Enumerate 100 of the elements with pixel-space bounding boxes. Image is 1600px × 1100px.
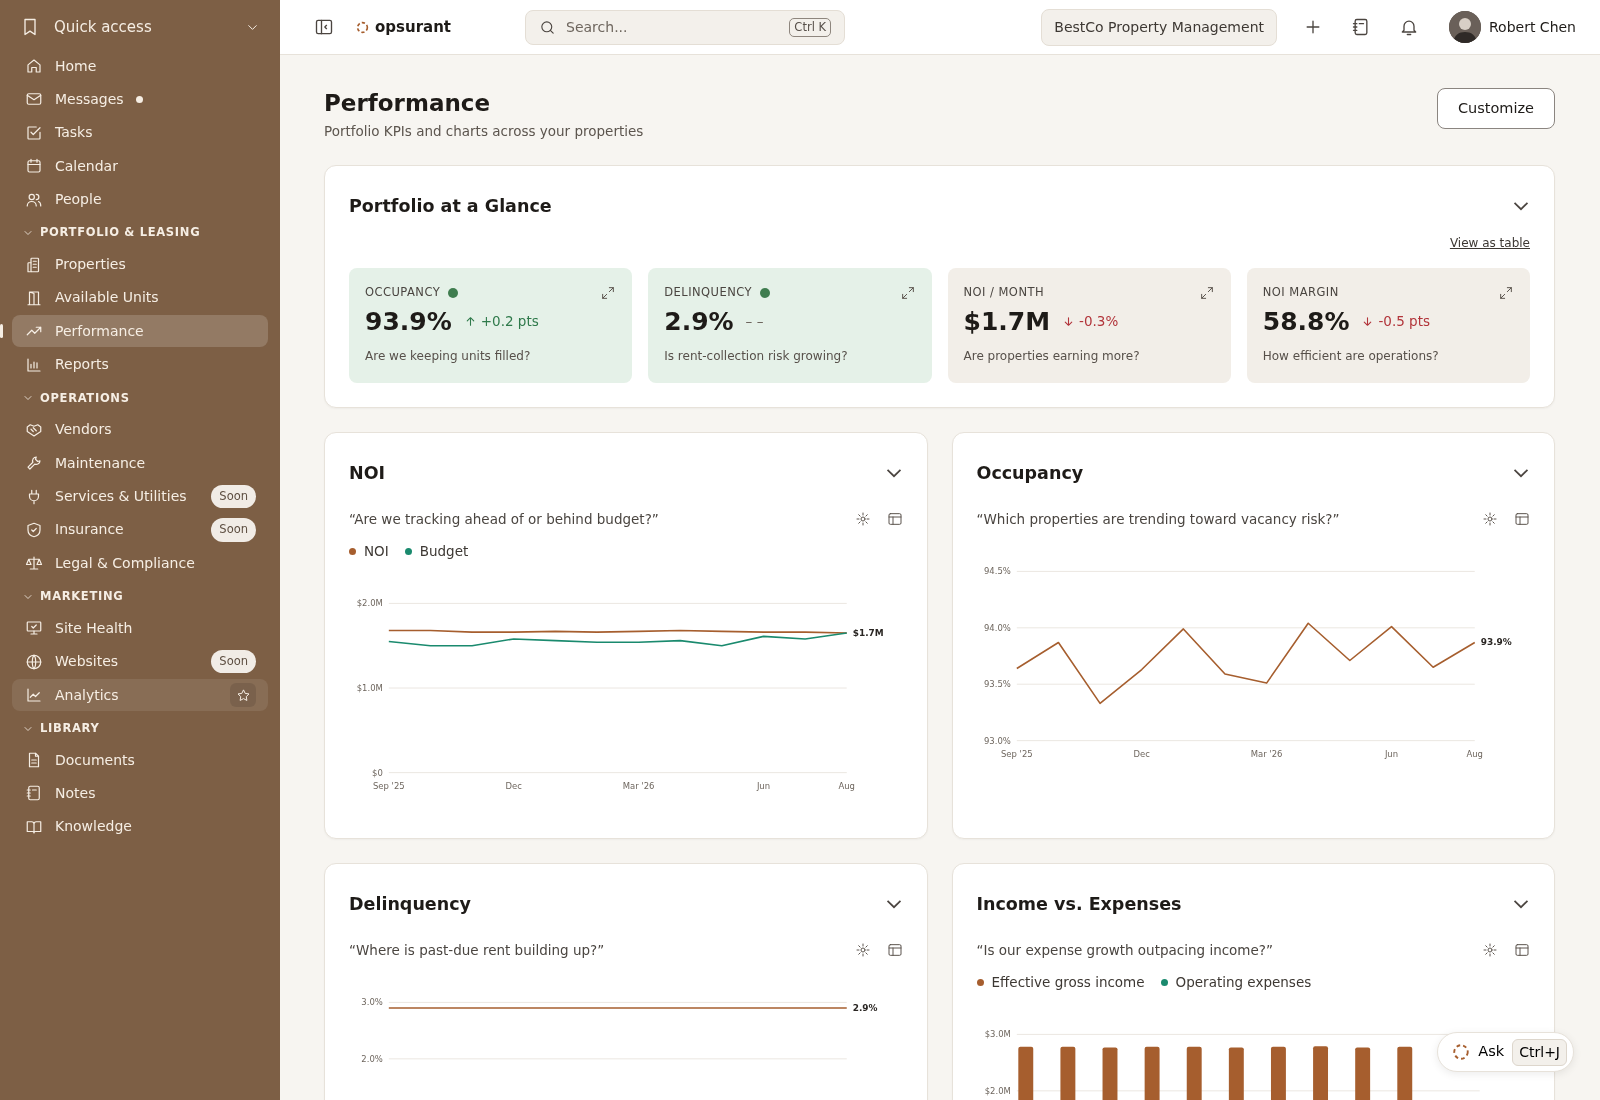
sidebar-item[interactable]: Vendors <box>12 413 268 446</box>
page-subtitle: Portfolio KPIs and charts across your properties <box>324 122 644 141</box>
chevron-icon <box>1514 202 1528 211</box>
expand-button[interactable] <box>1498 284 1514 301</box>
kpi-question: Is rent-collection risk growing? <box>664 347 849 365</box>
sidebar-item[interactable]: Knowledge <box>12 810 268 843</box>
x-axis-label: Dec <box>1133 748 1150 759</box>
sidebar-item[interactable]: Site Health <box>12 612 268 645</box>
organization-button[interactable]: BestCo Property Management <box>1041 8 1277 46</box>
legend-label: Budget <box>419 542 469 562</box>
sidebar-item[interactable]: Tasks <box>12 116 268 149</box>
home-icon <box>25 57 43 75</box>
card-title: NOI <box>349 462 386 486</box>
customize-button[interactable]: Customize <box>1436 88 1555 129</box>
settings-button[interactable] <box>1482 511 1498 528</box>
expand-button[interactable] <box>899 284 916 301</box>
wrench-icon <box>25 454 43 473</box>
sidebar-item[interactable]: Available Units <box>12 281 268 314</box>
settings-button[interactable] <box>1482 942 1498 959</box>
avatar[interactable] <box>1449 11 1481 43</box>
sidebar-item[interactable]: People <box>12 183 268 216</box>
sidebar-item[interactable]: Documents <box>12 744 268 777</box>
scales-icon <box>25 554 43 573</box>
value-label: $1.7M <box>852 628 884 639</box>
star-button[interactable] <box>230 683 256 708</box>
sidebar-item[interactable]: Properties <box>12 248 268 281</box>
y-axis-label: $2.0M <box>356 598 383 609</box>
expand-icon <box>1198 284 1215 301</box>
sidebar-item[interactable]: Reports <box>12 348 268 381</box>
shortcut-key: Ctrl+J <box>1512 1038 1567 1066</box>
sidebar-item[interactable]: Calendar <box>12 150 268 183</box>
bar <box>1144 1047 1160 1100</box>
sidebar-item[interactable]: Maintenance <box>12 447 268 480</box>
gear-icon <box>1482 942 1498 959</box>
kpi-change: -0.5 pts <box>1378 312 1430 332</box>
expand-icon <box>899 284 916 301</box>
sidebar-item[interactable]: Legal & Compliance <box>12 547 268 580</box>
card-title: Occupancy <box>976 462 1084 486</box>
sidebar-item[interactable]: Home <box>12 50 268 82</box>
bar <box>1228 1047 1244 1100</box>
section-header: LIBRARY <box>40 719 100 737</box>
sidebar-item[interactable]: Websites Soon <box>12 645 268 678</box>
kpi-label: OCCUPANCY <box>365 284 441 302</box>
soon-badge: Soon <box>211 650 256 674</box>
chevron-button[interactable] <box>1512 200 1530 213</box>
chevron-button[interactable] <box>1512 898 1530 911</box>
section-header: OPERATIONS <box>40 389 130 407</box>
search-icon <box>539 18 557 36</box>
table-view-button[interactable] <box>886 511 903 528</box>
notebook-icon <box>25 784 43 803</box>
calendar-icon <box>25 157 43 176</box>
card-title: Income vs. Expenses <box>976 893 1182 917</box>
kpi-label: NOI / MONTH <box>963 284 1045 302</box>
quick-access-label: Quick access <box>54 16 152 38</box>
settings-button[interactable] <box>854 511 871 528</box>
y-axis-label: 94.5% <box>983 566 1011 577</box>
kpi-question: How efficient are operations? <box>1262 347 1440 365</box>
kpi-change: -0.3% <box>1079 312 1119 332</box>
y-axis-label: 94.0% <box>983 623 1011 634</box>
chevron-button[interactable] <box>884 467 903 480</box>
globe-icon <box>25 652 43 671</box>
ask-button[interactable]: Ask Ctrl+J <box>1437 1032 1574 1072</box>
legend-label: Effective gross income <box>991 973 1145 993</box>
page-title: Performance <box>324 89 492 118</box>
chevron-button[interactable] <box>1512 467 1530 480</box>
value-label: 2.9% <box>852 1003 878 1014</box>
user-name: Robert Chen <box>1489 17 1576 37</box>
gear-icon <box>1482 511 1498 528</box>
value-label: 93.9% <box>1480 637 1512 648</box>
x-axis-label: Sep '25 <box>372 780 405 791</box>
view-as-table-link[interactable]: View as table <box>1449 234 1530 253</box>
soon-badge: Soon <box>211 484 256 509</box>
sidebar-item[interactable]: Services & Utilities Soon <box>12 480 268 513</box>
expand-button[interactable] <box>1198 284 1215 301</box>
table-view-button[interactable] <box>1514 511 1530 528</box>
shield-icon <box>25 520 43 539</box>
x-axis-label: Mar '26 <box>622 780 655 791</box>
sidebar-toggle-icon <box>314 17 334 37</box>
expand-button[interactable] <box>600 284 617 301</box>
star-icon <box>235 687 251 703</box>
x-axis-label: Mar '26 <box>1250 748 1282 759</box>
chevron-button[interactable] <box>884 898 903 911</box>
chart-question: “Which properties are trending toward vacancy risk?” <box>976 510 1340 530</box>
x-axis-label: Sep '25 <box>1000 748 1033 759</box>
kpi-label: DELINQUENCY <box>664 284 753 302</box>
logo-icon <box>356 20 369 34</box>
bar <box>1270 1047 1286 1100</box>
door-icon <box>25 288 43 307</box>
bar <box>1186 1047 1202 1100</box>
x-axis-label: Dec <box>505 780 522 791</box>
settings-button[interactable] <box>854 942 871 959</box>
sidebar-item[interactable]: Notes <box>12 777 268 810</box>
sidebar-item[interactable]: Messages <box>12 83 268 116</box>
gear-icon <box>854 942 871 959</box>
table-view-button[interactable] <box>886 942 903 959</box>
sidebar-item[interactable]: Analytics <box>12 679 268 712</box>
brand-name: opsurant <box>375 16 452 38</box>
sidebar-item[interactable]: Insurance Soon <box>12 513 268 546</box>
table-view-button[interactable] <box>1514 942 1530 959</box>
y-axis-label: $2.0M <box>984 1086 1011 1097</box>
